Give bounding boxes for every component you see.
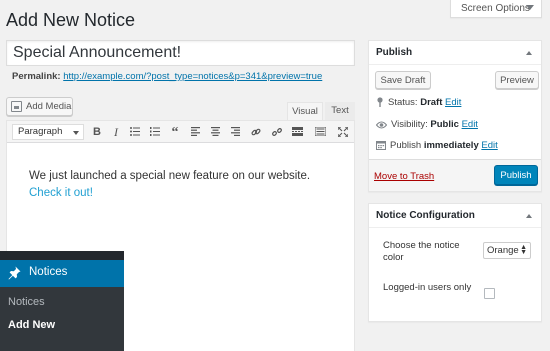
- notice-color-select[interactable]: Orange ▲ ▼: [483, 242, 531, 259]
- align-right-icon[interactable]: [227, 124, 243, 140]
- select-arrows-icon: ▲ ▼: [520, 244, 527, 256]
- config-box-title: Notice Configuration: [376, 210, 475, 221]
- add-media-button[interactable]: Add Media: [6, 97, 73, 116]
- pin-status-icon: [376, 97, 384, 110]
- status-row: Status: Draft Edit: [376, 97, 461, 110]
- publish-box-header[interactable]: Publish: [369, 41, 541, 65]
- format-value: Paragraph: [18, 126, 63, 137]
- move-to-trash-link[interactable]: Move to Trash: [374, 171, 434, 182]
- bullet-list-icon[interactable]: [127, 124, 143, 140]
- caret-down-icon: [526, 5, 534, 10]
- publish-label: Publish: [390, 140, 422, 151]
- align-left-icon[interactable]: [187, 124, 203, 140]
- media-icon: [11, 101, 22, 112]
- menu-notices-label: Notices: [29, 266, 68, 278]
- color-select-value: Orange: [487, 245, 519, 256]
- read-more-icon[interactable]: [289, 124, 305, 140]
- post-title-input[interactable]: [6, 40, 355, 66]
- loggedin-label: Logged-in users only: [383, 282, 472, 293]
- italic-icon[interactable]: I: [108, 124, 124, 140]
- page-title: Add New Notice: [6, 10, 136, 30]
- tab-text[interactable]: Text: [325, 102, 355, 120]
- visibility-value: Public: [430, 119, 459, 130]
- edit-visibility-link[interactable]: Edit: [462, 119, 478, 130]
- notice-configuration-box: Notice Configuration Choose the notice c…: [368, 203, 542, 322]
- unlink-icon[interactable]: [269, 124, 285, 140]
- eye-icon: [375, 121, 388, 132]
- pin-icon: [8, 266, 21, 283]
- edit-status-link[interactable]: Edit: [445, 97, 461, 108]
- publish-actions: Move to Trash Publish: [369, 159, 541, 191]
- permalink-link[interactable]: http://example.com/?post_type=notices&p=…: [63, 71, 322, 82]
- submenu-item-add-new[interactable]: Add New: [8, 319, 55, 331]
- menu-item-notices[interactable]: Notices: [0, 260, 124, 287]
- tab-visual[interactable]: Visual: [287, 102, 323, 120]
- config-box-header[interactable]: Notice Configuration: [369, 204, 541, 228]
- permalink: Permalink: http://example.com/?post_type…: [12, 71, 322, 82]
- visibility-row: Visibility: Public Edit: [375, 119, 478, 132]
- toolbar-toggle-icon[interactable]: [312, 124, 328, 140]
- editor-content[interactable]: We just launched a special new feature o…: [29, 168, 339, 202]
- publish-button[interactable]: Publish: [494, 165, 538, 185]
- caret-down-icon: [73, 131, 79, 135]
- calendar-icon: [376, 140, 386, 153]
- content-link[interactable]: Check it out!: [29, 187, 93, 199]
- editor-toolbar: Paragraph B I “: [7, 121, 354, 143]
- status-label: Status:: [388, 97, 418, 108]
- submenu: Notices Add New: [0, 287, 124, 351]
- collapse-arrow-icon[interactable]: [526, 214, 532, 218]
- numbered-list-icon[interactable]: [147, 124, 163, 140]
- collapse-arrow-icon[interactable]: [526, 51, 532, 55]
- bold-icon[interactable]: B: [89, 124, 105, 140]
- publish-box-title: Publish: [376, 47, 413, 58]
- publish-value: immediately: [423, 140, 479, 151]
- screen-options-label: Screen Options: [461, 3, 530, 14]
- visibility-label: Visibility:: [391, 119, 428, 130]
- permalink-label: Permalink:: [12, 71, 61, 82]
- submenu-item-notices[interactable]: Notices: [8, 296, 45, 308]
- align-center-icon[interactable]: [207, 124, 223, 140]
- status-value: Draft: [420, 97, 443, 108]
- add-media-label: Add Media: [26, 101, 72, 112]
- loggedin-checkbox[interactable]: [484, 288, 495, 299]
- admin-menu: Notices Notices Add New: [0, 251, 124, 351]
- publish-box: Publish Save Draft Preview Status: Draft…: [368, 40, 542, 192]
- content-text: We just launched a special new feature o…: [29, 170, 311, 182]
- publish-date-row: Publish immediately Edit: [376, 140, 498, 153]
- format-select[interactable]: Paragraph: [12, 124, 84, 140]
- color-label: Choose the notice color: [383, 240, 460, 263]
- link-icon[interactable]: [248, 124, 264, 140]
- screen-options-button[interactable]: Screen Options: [450, 0, 542, 18]
- preview-button[interactable]: Preview: [495, 71, 539, 89]
- save-draft-button[interactable]: Save Draft: [375, 71, 431, 89]
- fullscreen-icon[interactable]: [335, 124, 351, 140]
- blockquote-icon[interactable]: “: [167, 124, 183, 140]
- edit-date-link[interactable]: Edit: [481, 140, 497, 151]
